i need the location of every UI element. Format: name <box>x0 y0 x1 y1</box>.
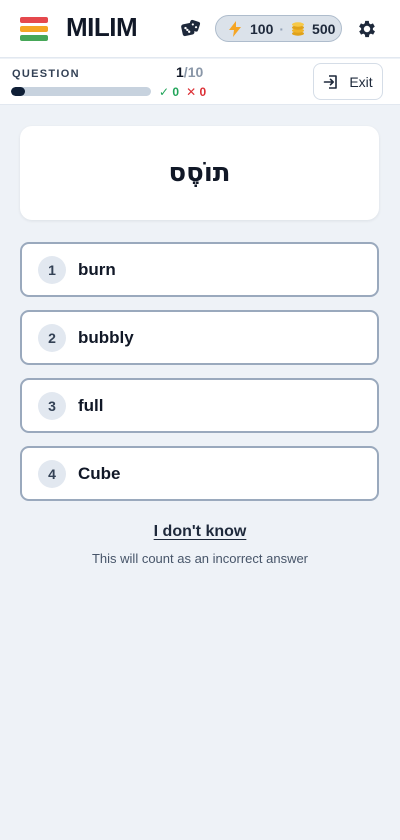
exit-label: Exit <box>349 73 373 90</box>
question-total: 10 <box>187 64 204 80</box>
exit-icon <box>324 74 338 89</box>
check-icon: ✓ <box>159 85 170 99</box>
energy-count: 100 <box>250 20 274 37</box>
cross-icon: ✕ <box>186 85 197 99</box>
dont-know-container: I don't know <box>0 523 400 541</box>
exit-button[interactable]: Exit <box>313 63 383 100</box>
answer-option-3[interactable]: 3 full <box>20 378 379 433</box>
option-number: 3 <box>38 391 66 420</box>
option-label: burn <box>78 259 116 279</box>
question-card: תוֹסֶס <box>20 126 379 220</box>
answer-option-2[interactable]: 2 bubbly <box>20 310 379 365</box>
question-word: תוֹסֶס <box>168 158 231 188</box>
coins-count: 500 <box>312 20 336 37</box>
answer-option-4[interactable]: 4 Cube <box>20 446 379 501</box>
dont-know-note: This will count as an incorrect answer <box>91 551 309 566</box>
stats-pill[interactable]: 100 · 500 <box>215 15 342 42</box>
energy-bolt-icon <box>229 20 241 37</box>
menu-icon[interactable] <box>20 17 48 41</box>
correct-count: ✓ 0 <box>159 85 180 99</box>
option-label: bubbly <box>78 327 134 347</box>
question-current: 1 <box>176 64 184 80</box>
option-label: Cube <box>78 463 121 483</box>
question-label: QUESTION <box>12 68 80 80</box>
option-number: 4 <box>38 459 66 488</box>
option-number: 1 <box>38 255 66 284</box>
app-header: MILIM 100 · 500 <box>0 0 400 58</box>
gear-icon[interactable] <box>356 18 378 40</box>
dont-know-link[interactable]: I don't know <box>154 523 247 540</box>
dice-icon[interactable] <box>180 18 202 40</box>
menu-bar-green <box>20 35 48 41</box>
stats-separator: · <box>279 20 285 37</box>
score-summary: ✓ 0 ✕ 0 <box>159 85 206 99</box>
option-number: 2 <box>38 323 66 352</box>
progress-bar <box>11 87 151 96</box>
progress-fill <box>11 87 25 96</box>
menu-bar-orange <box>20 26 48 32</box>
option-label: full <box>78 395 104 415</box>
question-counter: 1/10 <box>176 64 203 80</box>
coins-icon <box>292 21 305 36</box>
app-logo-text: MILIM <box>66 12 138 42</box>
wrong-count: ✕ 0 <box>186 85 207 99</box>
answer-option-1[interactable]: 1 burn <box>20 242 379 297</box>
menu-bar-red <box>20 17 48 23</box>
